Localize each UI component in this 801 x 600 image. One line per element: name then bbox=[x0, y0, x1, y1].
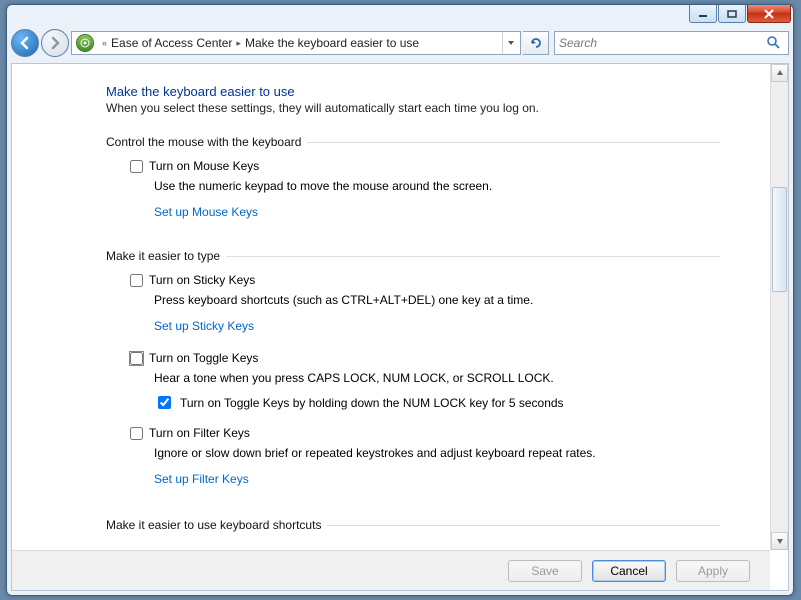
filterkeys-setup-link[interactable]: Set up Filter Keys bbox=[154, 472, 249, 486]
window-frame: « Ease of Access Center ▸ Make the keybo… bbox=[6, 4, 794, 596]
mousekeys-checkbox[interactable]: Turn on Mouse Keys bbox=[130, 159, 720, 173]
scroll-track[interactable] bbox=[771, 82, 788, 532]
togglekeys-numlock-checkbox-input[interactable] bbox=[158, 396, 171, 409]
search-placeholder: Search bbox=[559, 36, 597, 50]
filterkeys-checkbox[interactable]: Turn on Filter Keys bbox=[130, 426, 720, 440]
section-shortcuts-head: Make it easier to use keyboard shortcuts bbox=[106, 518, 720, 532]
filterkeys-desc: Ignore or slow down brief or repeated ke… bbox=[154, 446, 720, 460]
close-button[interactable] bbox=[747, 5, 791, 23]
address-bar[interactable]: « Ease of Access Center ▸ Make the keybo… bbox=[71, 31, 521, 55]
scroll-viewport: Make the keyboard easier to use When you… bbox=[12, 64, 770, 550]
navigation-row: « Ease of Access Center ▸ Make the keybo… bbox=[11, 27, 789, 59]
mousekeys-setup-link[interactable]: Set up Mouse Keys bbox=[154, 205, 258, 219]
page-title: Make the keyboard easier to use bbox=[106, 84, 720, 99]
section-type-head: Make it easier to type bbox=[106, 249, 720, 263]
togglekeys-checkbox[interactable]: Turn on Toggle Keys bbox=[130, 351, 720, 365]
save-button[interactable]: Save bbox=[508, 560, 582, 582]
mousekeys-checkbox-input[interactable] bbox=[130, 160, 143, 173]
content-panel: Make the keyboard easier to use When you… bbox=[11, 63, 789, 591]
togglekeys-numlock-checkbox[interactable]: Turn on Toggle Keys by holding down the … bbox=[154, 393, 720, 412]
stickykeys-checkbox[interactable]: Turn on Sticky Keys bbox=[130, 273, 720, 287]
filterkeys-checkbox-input[interactable] bbox=[130, 427, 143, 440]
chevron-right-icon: ▸ bbox=[236, 38, 241, 49]
window-caption-buttons bbox=[688, 5, 791, 23]
control-panel-icon bbox=[76, 34, 94, 52]
search-icon bbox=[766, 35, 782, 54]
stickykeys-desc: Press keyboard shortcuts (such as CTRL+A… bbox=[154, 293, 720, 307]
chevrons-icon: « bbox=[102, 38, 107, 48]
search-input[interactable]: Search bbox=[554, 31, 789, 55]
breadcrumb-parent[interactable]: Ease of Access Center bbox=[111, 36, 232, 50]
mousekeys-desc: Use the numeric keypad to move the mouse… bbox=[154, 179, 720, 193]
scroll-thumb[interactable] bbox=[772, 187, 787, 292]
breadcrumb-current[interactable]: Make the keyboard easier to use bbox=[245, 36, 419, 50]
scroll-up-button[interactable] bbox=[771, 64, 788, 82]
togglekeys-checkbox-input[interactable] bbox=[130, 352, 143, 365]
page-subtitle: When you select these settings, they wil… bbox=[106, 101, 720, 115]
maximize-button[interactable] bbox=[718, 5, 746, 23]
forward-button[interactable] bbox=[41, 29, 69, 57]
cancel-button[interactable]: Cancel bbox=[592, 560, 666, 582]
dialog-button-row: Save Cancel Apply bbox=[12, 550, 770, 590]
stickykeys-setup-link[interactable]: Set up Sticky Keys bbox=[154, 319, 254, 333]
vertical-scrollbar[interactable] bbox=[770, 64, 788, 550]
scroll-down-button[interactable] bbox=[771, 532, 788, 550]
address-dropdown[interactable] bbox=[502, 32, 518, 54]
apply-button[interactable]: Apply bbox=[676, 560, 750, 582]
section-mouse-head: Control the mouse with the keyboard bbox=[106, 135, 720, 149]
togglekeys-desc: Hear a tone when you press CAPS LOCK, NU… bbox=[154, 371, 720, 385]
refresh-button[interactable] bbox=[523, 31, 549, 55]
back-button[interactable] bbox=[11, 29, 39, 57]
minimize-button[interactable] bbox=[689, 5, 717, 23]
stickykeys-checkbox-input[interactable] bbox=[130, 274, 143, 287]
